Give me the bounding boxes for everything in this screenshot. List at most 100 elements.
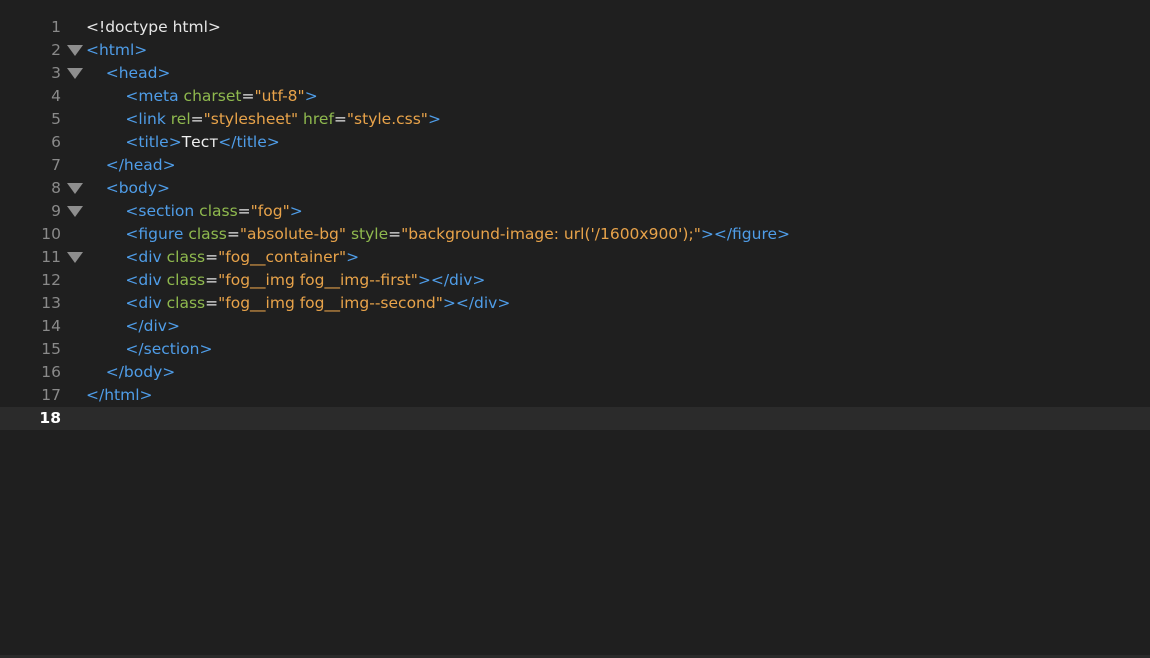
- line-number: 13: [41, 294, 61, 312]
- code-line[interactable]: 14 </div>: [0, 315, 1150, 338]
- code-token-doctype: <!doctype html>: [86, 18, 221, 36]
- code-text[interactable]: </section>: [86, 338, 212, 361]
- code-text[interactable]: <title>Тест</title>: [86, 131, 280, 154]
- code-token-eq: =: [333, 110, 347, 128]
- code-text[interactable]: <figure class="absolute-bg" style="backg…: [86, 223, 790, 246]
- code-line[interactable]: 12 <div class="fog__img fog__img--first"…: [0, 269, 1150, 292]
- code-token-tag: <title>: [125, 133, 182, 151]
- code-token-tag: <section: [125, 202, 200, 220]
- code-line[interactable]: 13 <div class="fog__img fog__img--second…: [0, 292, 1150, 315]
- code-token-attr: href: [303, 110, 334, 128]
- code-token-tag: <body>: [105, 179, 171, 197]
- code-token-str: "stylesheet": [203, 110, 299, 128]
- code-token-attr: class: [166, 248, 206, 266]
- code-line[interactable]: 5 <link rel="stylesheet" href="style.css…: [0, 108, 1150, 131]
- line-number: 14: [41, 317, 61, 335]
- code-text[interactable]: <body>: [86, 177, 170, 200]
- code-editor[interactable]: 1 <!doctype html> 2 <html> 3 <head> 4 <meta c…: [0, 0, 1150, 658]
- line-number: 11: [41, 248, 61, 266]
- code-line[interactable]: 16 </body>: [0, 361, 1150, 384]
- code-text[interactable]: <head>: [86, 62, 171, 85]
- code-line[interactable]: 8 <body>: [0, 177, 1150, 200]
- code-token-str: "fog": [250, 202, 290, 220]
- line-number: 2: [51, 41, 61, 59]
- code-token-eq: =: [205, 294, 219, 312]
- code-token-tag: >: [289, 202, 303, 220]
- code-token-attr: charset: [183, 87, 242, 105]
- code-text[interactable]: <!doctype html>: [86, 16, 221, 39]
- code-token-tag: >: [304, 87, 318, 105]
- code-token-tag: </title>: [218, 133, 280, 151]
- code-token-text: Тест: [181, 133, 219, 151]
- code-token-attr: class: [188, 225, 227, 243]
- line-number: 8: [51, 179, 61, 197]
- code-token-tag: <div: [125, 248, 167, 266]
- code-token-attr: class: [166, 271, 206, 289]
- code-text[interactable]: </div>: [86, 315, 180, 338]
- code-text[interactable]: </body>: [86, 361, 176, 384]
- fold-triangle-icon[interactable]: [67, 68, 83, 79]
- code-line[interactable]: 17 </html>: [0, 384, 1150, 407]
- code-token-tag: <link: [125, 110, 171, 128]
- line-number: 6: [51, 133, 61, 151]
- code-text[interactable]: <div class="fog__img fog__img--second"><…: [86, 292, 510, 315]
- code-line[interactable]: 10 <figure class="absolute-bg" style="ba…: [0, 223, 1150, 246]
- code-token-str: "fog__img fog__img--second": [218, 294, 443, 312]
- code-token-attr: class: [166, 294, 206, 312]
- code-token-tag: <meta: [125, 87, 184, 105]
- code-text[interactable]: <section class="fog">: [86, 200, 303, 223]
- code-token-eq: =: [205, 248, 219, 266]
- code-token-eq: =: [205, 271, 219, 289]
- code-text[interactable]: </html>: [86, 384, 153, 407]
- code-text[interactable]: <meta charset="utf-8">: [86, 85, 318, 108]
- code-token-tag: </div>: [125, 317, 180, 335]
- fold-triangle-icon[interactable]: [67, 252, 83, 263]
- line-number: 12: [41, 271, 61, 289]
- code-token-eq: =: [190, 110, 204, 128]
- code-text[interactable]: </head>: [86, 154, 176, 177]
- code-token-tag: <head>: [105, 64, 171, 82]
- code-token-attr: style: [350, 225, 389, 243]
- code-token-str: "absolute-bg": [239, 225, 346, 243]
- code-line[interactable]: 4 <meta charset="utf-8">: [0, 85, 1150, 108]
- code-line[interactable]: 9 <section class="fog">: [0, 200, 1150, 223]
- code-token-tag: </body>: [105, 363, 176, 381]
- code-token-str: "background-image: url('/1600x900');": [401, 225, 701, 243]
- code-token-tag: </head>: [105, 156, 176, 174]
- code-line[interactable]: 7 </head>: [0, 154, 1150, 177]
- code-token-str: "style.css": [346, 110, 428, 128]
- line-number: 18: [39, 409, 61, 427]
- line-number: 15: [41, 340, 61, 358]
- code-token-tag: ></figure>: [700, 225, 791, 243]
- code-token-tag: >: [427, 110, 441, 128]
- line-number: 16: [41, 363, 61, 381]
- line-number: 17: [41, 386, 61, 404]
- line-number: 1: [51, 18, 61, 36]
- fold-triangle-icon[interactable]: [67, 183, 83, 194]
- code-token-tag: <figure: [125, 225, 189, 243]
- line-number: 10: [41, 225, 61, 243]
- code-token-eq: =: [241, 87, 255, 105]
- code-line[interactable]: 3 <head>: [0, 62, 1150, 85]
- code-line[interactable]: 1 <!doctype html>: [0, 16, 1150, 39]
- code-text[interactable]: <html>: [86, 39, 147, 62]
- code-line[interactable]: 2 <html>: [0, 39, 1150, 62]
- code-token-tag: <div: [125, 294, 167, 312]
- code-text[interactable]: <div class="fog__img fog__img--first"></…: [86, 269, 485, 292]
- line-number: 4: [51, 87, 61, 105]
- code-token-tag: </section>: [125, 340, 213, 358]
- fold-triangle-icon[interactable]: [67, 45, 83, 56]
- code-line[interactable]: 6 <title>Тест</title>: [0, 131, 1150, 154]
- code-text[interactable]: <div class="fog__container">: [86, 246, 359, 269]
- code-token-eq: =: [237, 202, 251, 220]
- code-token-tag: <html>: [86, 41, 148, 59]
- code-token-tag: </html>: [86, 386, 153, 404]
- code-token-tag: ></div>: [417, 271, 486, 289]
- code-line[interactable]: 15 </section>: [0, 338, 1150, 361]
- code-text[interactable]: <link rel="stylesheet" href="style.css">: [86, 108, 441, 131]
- code-line[interactable]: 18: [0, 407, 1150, 430]
- line-number: 9: [51, 202, 61, 220]
- code-line[interactable]: 11 <div class="fog__container">: [0, 246, 1150, 269]
- fold-triangle-icon[interactable]: [67, 206, 83, 217]
- code-token-attr: class: [199, 202, 238, 220]
